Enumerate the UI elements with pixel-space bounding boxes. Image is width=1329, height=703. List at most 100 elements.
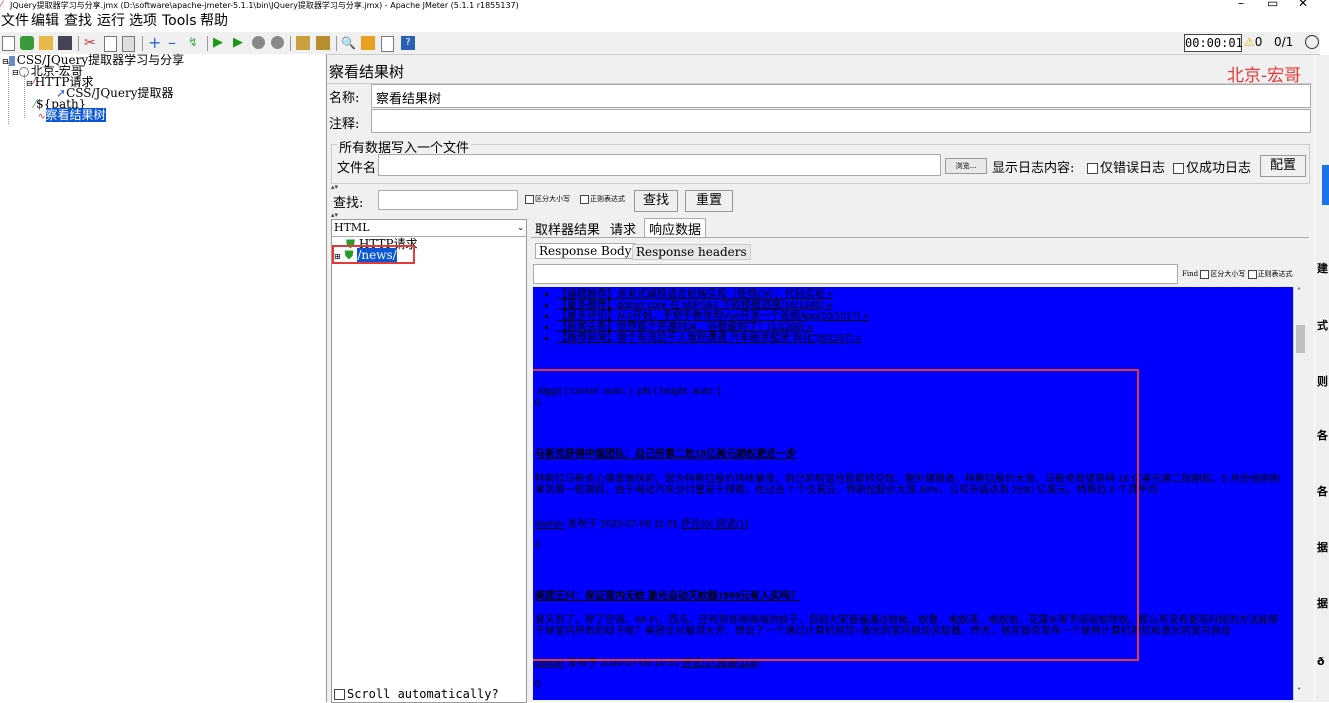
case-sensitive-checkbox[interactable]: 区分大小写 xyxy=(525,194,570,204)
search-icon[interactable]: 🔍 xyxy=(341,36,356,50)
response-body-view[interactable]: 【编辑推荐】逐渐式编程语言前端实现（使用C#）：代码实现 » 【最多推荐】dot… xyxy=(533,287,1293,700)
comment-field[interactable] xyxy=(371,109,1311,133)
chevron-down-icon: ⌄ xyxy=(517,223,524,232)
paste-icon[interactable] xyxy=(122,36,135,52)
checkbox-icon xyxy=(1247,269,1257,279)
close-button[interactable]: ✕ xyxy=(1298,0,1308,9)
bullet-link[interactable]: 【最多评论】从0开始，手把手教你用Vue开发一个答题App(10/1017) » xyxy=(557,311,1293,322)
subtab-response-body[interactable]: Response Body xyxy=(535,243,636,259)
clear-all-icon[interactable] xyxy=(316,36,330,50)
clear-icon[interactable] xyxy=(296,36,310,50)
test-plan-icon xyxy=(8,55,15,66)
configure-button[interactable]: 配置 xyxy=(1260,155,1306,177)
comment-label: 注释: xyxy=(329,117,360,132)
elapsed-timer: 00:00:01 xyxy=(1184,34,1243,52)
find-input[interactable] xyxy=(533,264,1178,284)
checkbox-icon xyxy=(580,194,589,204)
results-list-pane: HTML ⌄ ⛊ HTTP请求 ⊞ ⛊ /news/ Scroll automat… xyxy=(331,219,527,703)
stop-icon[interactable] xyxy=(252,36,265,49)
scroll-automatically-checkbox[interactable]: Scroll automatically? xyxy=(334,687,499,701)
warning-counter[interactable]: ⚠0 xyxy=(1244,35,1262,49)
tab-request[interactable]: 请求 xyxy=(608,219,638,238)
find-case-checkbox[interactable]: 区分大小写 xyxy=(1200,269,1245,279)
strip-char: 式 xyxy=(1317,319,1328,332)
menu-tools[interactable]: Tools xyxy=(162,13,197,30)
shutdown-icon[interactable] xyxy=(271,36,284,49)
menu-edit[interactable]: 编辑 xyxy=(31,13,59,30)
vertical-scrollbar[interactable]: ˄ ˅ xyxy=(1293,287,1308,700)
start-no-pauses-icon[interactable]: ▶ xyxy=(233,36,247,50)
minimize-button[interactable]: – xyxy=(1238,0,1244,9)
panel-title: 察看结果树 xyxy=(329,63,405,81)
filename-label: 文件名 xyxy=(337,161,377,176)
toggle-icon[interactable]: ↯ xyxy=(188,36,202,50)
find-controls: Find 区分大小写 正则表达式 xyxy=(1182,269,1293,279)
news-bullets: 【编辑推荐】逐渐式编程语言前端实现（使用C#）：代码实现 » 【最多推荐】dot… xyxy=(557,289,1293,344)
renderer-select[interactable]: HTML ⌄ xyxy=(332,220,526,237)
browse-button[interactable]: 浏览... xyxy=(945,158,987,174)
save-icon[interactable] xyxy=(58,36,72,50)
bullet-link[interactable]: 【推荐新闻】哪个车流后千人堆积遭遇 汽车融资租赁“异化”(8/1167) » xyxy=(557,333,1293,344)
strip-char: 据 xyxy=(1317,597,1328,610)
search-label: 查找: xyxy=(333,196,364,211)
reset-button[interactable]: 重置 xyxy=(685,190,733,212)
tab-sampler-result[interactable]: 取样器结果 xyxy=(533,219,603,238)
success-only-checkbox[interactable]: 仅成功日志 xyxy=(1173,157,1251,176)
strip-char: 建 xyxy=(1317,262,1328,275)
templates-icon[interactable] xyxy=(20,36,34,50)
checkbox-icon xyxy=(1087,163,1098,174)
tree-node-view-results[interactable]: ∿察看结果树 xyxy=(38,108,106,124)
new-icon[interactable] xyxy=(2,36,15,51)
scroll-down-icon[interactable]: ˅ xyxy=(1297,687,1301,696)
expand-icon[interactable]: + xyxy=(148,35,162,51)
strip-char: 据 xyxy=(1317,541,1328,554)
maximize-button[interactable]: ▭ xyxy=(1267,0,1278,9)
collapse-toggle-icon[interactable]: ⊟ xyxy=(12,68,19,77)
find-label: Find xyxy=(1182,270,1199,278)
menu-file[interactable]: 文件 xyxy=(1,13,29,30)
checkbox-icon xyxy=(525,194,534,204)
find-regex-checkbox[interactable]: 正则表达式 xyxy=(1247,269,1293,279)
menu-bar: 文件 编辑 查找 运行 选项 Tools 帮助 xyxy=(0,12,1320,31)
checkbox-icon xyxy=(334,689,345,700)
errors-only-checkbox[interactable]: 仅错误日志 xyxy=(1087,157,1165,176)
remote-globe-icon[interactable] xyxy=(1305,35,1319,49)
accent-bar xyxy=(1322,165,1329,205)
view-results-tree-panel: 察看结果树 北京-宏哥 名称: 察看结果树 注释: 所有数据写入一个文件 文件名… xyxy=(326,55,1314,703)
scroll-up-icon[interactable]: ˄ xyxy=(1297,287,1301,296)
copy-icon[interactable] xyxy=(104,36,117,52)
scroll-thumb[interactable] xyxy=(1296,325,1305,353)
menu-search[interactable]: 查找 xyxy=(64,13,92,30)
help-icon[interactable]: ? xyxy=(401,36,415,50)
warning-icon: ⚠ xyxy=(1244,35,1255,49)
tab-response-data[interactable]: 响应数据 xyxy=(644,218,707,238)
open-icon[interactable] xyxy=(39,36,53,50)
reset-search-icon[interactable] xyxy=(361,36,375,50)
search-button[interactable]: 查找 xyxy=(634,190,678,212)
subtab-response-headers[interactable]: Response headers xyxy=(632,244,751,260)
name-field[interactable]: 察看结果树 xyxy=(371,84,1311,108)
start-icon[interactable]: ▶ xyxy=(213,36,227,50)
collapse-icon[interactable]: – xyxy=(168,35,182,51)
strip-char: 各 xyxy=(1317,485,1328,498)
menu-help[interactable]: 帮助 xyxy=(200,13,228,30)
bullet-link[interactable]: 【最多推荐】dotnet core 在 MIPS64 下的移植进度(16/134… xyxy=(557,300,1293,311)
collapse-toggle-icon[interactable]: ⊟ xyxy=(2,57,9,66)
gear-icon xyxy=(18,66,29,77)
filename-input[interactable] xyxy=(378,154,941,176)
bullet-link[interactable]: 【新闻头条】世界首个开源PDK，谷歌做到了！(1/1269) » xyxy=(557,322,1293,333)
function-helper-icon[interactable] xyxy=(381,36,394,52)
regex-checkbox[interactable]: 正则表达式 xyxy=(580,194,625,204)
bullet-link[interactable]: 【编辑推荐】逐渐式编程语言前端实现（使用C#）：代码实现 » xyxy=(557,289,1293,300)
search-input[interactable] xyxy=(378,190,518,210)
collapse-toggle-icon[interactable]: ⊟ xyxy=(26,79,33,88)
listener-icon: ∿ xyxy=(38,112,46,122)
menu-run[interactable]: 运行 xyxy=(97,13,125,30)
strip-char: 则 xyxy=(1317,375,1328,388)
cut-icon[interactable]: ✂ xyxy=(84,36,98,50)
menu-options[interactable]: 选项 xyxy=(129,13,157,30)
background-window-strip: 建 式 则 各 各 据 据 ð xyxy=(1315,55,1329,702)
annotation-box xyxy=(332,245,415,264)
digg-count: 0 xyxy=(535,679,541,690)
thread-counter: 0/1 xyxy=(1274,35,1294,49)
